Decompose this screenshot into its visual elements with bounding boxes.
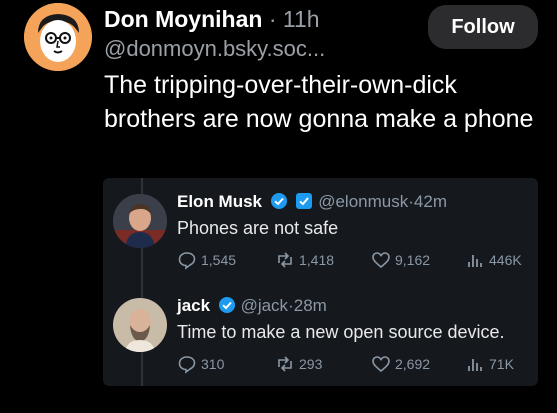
reply-action[interactable]: 310 — [177, 354, 224, 374]
author-avatar[interactable] — [24, 3, 92, 71]
reply-action[interactable]: 1,545 — [177, 250, 236, 270]
quoted-tweet-text: Time to make a new open source device. — [177, 322, 505, 342]
repost-count: 293 — [299, 356, 323, 372]
reply-count: 310 — [201, 356, 225, 372]
post-header: Don Moynihan · 11h @donmoyn.bsky.soc... — [104, 6, 424, 62]
follow-button[interactable]: Follow — [428, 5, 538, 49]
verified-badge-icon — [218, 297, 235, 313]
quoted-tweet-header: Elon Musk @elonmusk·42m — [177, 192, 447, 212]
repost-action[interactable]: 293 — [275, 354, 322, 374]
post-time[interactable]: 11h — [283, 6, 320, 32]
quoted-author-handle[interactable]: @jack — [241, 296, 289, 315]
repost-icon — [278, 252, 292, 268]
repost-action[interactable]: 1,418 — [275, 250, 334, 270]
views-icon — [468, 359, 482, 371]
views-icon — [468, 255, 482, 267]
embedded-screenshot[interactable]: Elon Musk @elonmusk·42m Phones are not s… — [103, 178, 538, 386]
author-name[interactable]: Don Moynihan — [104, 6, 262, 32]
tweet-actions: 1,545 1,418 9,162 446K — [177, 250, 532, 270]
post-text: The tripping-over-their-own-dick brother… — [104, 71, 534, 133]
reply-icon — [178, 252, 196, 270]
like-action[interactable]: 9,162 — [371, 250, 430, 270]
like-action[interactable]: 2,692 — [371, 354, 430, 374]
like-icon — [372, 252, 390, 269]
author-line: Don Moynihan · 11h — [104, 6, 424, 32]
verified-badge-icon — [270, 193, 287, 209]
avatar[interactable] — [113, 298, 167, 352]
tweet-actions: 310 293 2,692 71K — [177, 354, 532, 374]
reply-icon — [178, 356, 196, 374]
quoted-time: 42m — [413, 192, 447, 211]
views-action[interactable]: 71K — [465, 354, 514, 374]
like-count: 2,692 — [395, 356, 431, 372]
affiliate-badge-icon — [296, 193, 313, 209]
reply-count: 1,545 — [201, 252, 237, 268]
author-handle[interactable]: @donmoyn.bsky.soc... — [104, 36, 424, 62]
quoted-time: 28m — [293, 296, 327, 315]
like-count: 9,162 — [395, 252, 431, 268]
quoted-author-name[interactable]: jack — [177, 296, 210, 315]
views-action[interactable]: 446K — [465, 250, 522, 270]
repost-count: 1,418 — [299, 252, 335, 268]
avatar[interactable] — [113, 194, 167, 248]
views-count: 446K — [489, 252, 522, 268]
quoted-tweet-header: jack @jack·28m — [177, 296, 327, 316]
like-icon — [372, 356, 390, 373]
quoted-author-handle[interactable]: @elonmusk — [318, 192, 408, 211]
quoted-tweet-text: Phones are not safe — [177, 218, 339, 238]
views-count: 71K — [489, 356, 514, 372]
separator-dot: · — [268, 6, 277, 32]
repost-icon — [278, 356, 292, 372]
quoted-author-name[interactable]: Elon Musk — [177, 192, 262, 211]
